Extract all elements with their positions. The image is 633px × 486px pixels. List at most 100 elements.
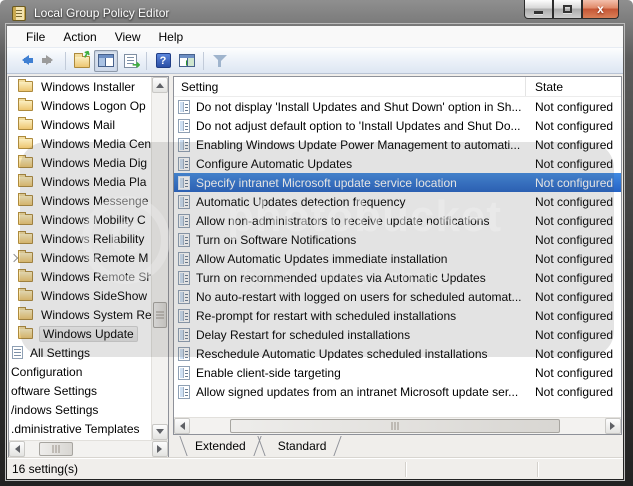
close-button[interactable]: x	[582, 0, 619, 19]
menu-item-file[interactable]: File	[17, 28, 54, 46]
close-icon: x	[597, 2, 604, 16]
tree-item-windows-system-re[interactable]: Windows System Re	[9, 305, 151, 324]
policy-document-icon	[178, 195, 190, 209]
setting-name: Automatic Updates detection frequency	[196, 195, 405, 209]
action-pane-icon	[179, 54, 195, 67]
folder-icon	[18, 271, 33, 282]
export-list-button[interactable]	[118, 50, 142, 72]
setting-row[interactable]: Configure Automatic UpdatesNot configure…	[174, 154, 621, 173]
console-tree-icon	[98, 54, 114, 67]
title-bar[interactable]: Local Group Policy Editor x	[0, 0, 633, 26]
state-value: Not configured	[526, 233, 621, 247]
maximize-icon	[563, 5, 572, 13]
policy-document-icon	[178, 271, 190, 285]
up-one-level-button[interactable]	[70, 50, 94, 72]
setting-row[interactable]: Reschedule Automatic Updates scheduled i…	[174, 344, 621, 363]
tree-item-configuration[interactable]: Configuration	[9, 362, 151, 381]
setting-cell: Enable client-side targeting	[174, 366, 526, 380]
setting-row[interactable]: Enabling Windows Update Power Management…	[174, 135, 621, 154]
setting-name: Re-prompt for restart with scheduled ins…	[196, 309, 456, 323]
column-header-state[interactable]: State	[526, 77, 621, 96]
menu-item-view[interactable]: View	[106, 28, 150, 46]
tab-extended[interactable]: Extended	[179, 435, 262, 458]
tree-item-windows-update[interactable]: Windows Update	[9, 324, 151, 343]
list-horizontal-scrollbar[interactable]	[174, 417, 621, 434]
show-console-tree-button[interactable]	[94, 50, 118, 72]
state-value: Not configured	[526, 328, 621, 342]
setting-row[interactable]: No auto-restart with logged on users for…	[174, 287, 621, 306]
setting-name: Enabling Windows Update Power Management…	[196, 138, 520, 152]
policy-document-icon	[178, 328, 190, 342]
setting-cell: Allow Automatic Updates immediate instal…	[174, 252, 526, 266]
show-action-pane-button[interactable]	[175, 50, 199, 72]
tree-item-windows-media-pla[interactable]: Windows Media Pla	[9, 172, 151, 191]
setting-name: Allow signed updates from an intranet Mi…	[196, 385, 518, 399]
result-pane-column: Setting State Do not display 'Install Up…	[173, 76, 622, 458]
list-hscroll-thumb[interactable]	[230, 419, 560, 433]
scroll-up-button[interactable]	[152, 77, 168, 93]
state-value: Not configured	[526, 290, 621, 304]
setting-row[interactable]: Allow signed updates from an intranet Mi…	[174, 382, 621, 401]
tree-item-label: Windows Remote Sh	[39, 270, 151, 284]
tree-scroll-thumb[interactable]	[153, 302, 167, 328]
setting-row[interactable]: Allow Automatic Updates immediate instal…	[174, 249, 621, 268]
setting-name: Allow Automatic Updates immediate instal…	[196, 252, 447, 266]
tree-item-all-settings[interactable]: All Settings	[9, 343, 151, 362]
state-value: Not configured	[526, 385, 621, 399]
setting-row[interactable]: Delay Restart for scheduled installation…	[174, 325, 621, 344]
setting-row[interactable]: Specify intranet Microsoft update servic…	[174, 173, 621, 192]
column-header-setting[interactable]: Setting	[174, 77, 526, 96]
scroll-left-button[interactable]	[174, 418, 190, 434]
back-button[interactable]	[13, 50, 37, 72]
setting-cell: Allow non-administrators to receive upda…	[174, 214, 526, 228]
tree-hscroll-thumb[interactable]	[39, 442, 73, 456]
setting-cell: Turn on recommended updates via Automati…	[174, 271, 526, 285]
tree-item-windows-remote-sh[interactable]: Windows Remote Sh	[9, 267, 151, 286]
tree-item-windows-reliability[interactable]: Windows Reliability	[9, 229, 151, 248]
tree-horizontal-scrollbar[interactable]	[9, 440, 168, 457]
expand-chevron-icon[interactable]	[10, 254, 18, 262]
triangle-left-icon	[11, 445, 20, 453]
tree-item-windows-installer[interactable]: Windows Installer	[9, 77, 151, 96]
tree-item-windows-mobility-c[interactable]: Windows Mobility C	[9, 210, 151, 229]
menu-item-help[interactable]: Help	[150, 28, 193, 46]
setting-name: Specify intranet Microsoft update servic…	[196, 176, 457, 190]
menu-item-action[interactable]: Action	[54, 28, 105, 46]
minimize-button[interactable]	[524, 0, 553, 19]
tree-item-dministrative-templates[interactable]: .dministrative Templates	[9, 419, 151, 438]
setting-row[interactable]: Do not display 'Install Updates and Shut…	[174, 97, 621, 116]
tree-item-windows-media-dig[interactable]: Windows Media Dig	[9, 153, 151, 172]
tree-item-label: Windows Mobility C	[39, 213, 148, 227]
setting-row[interactable]: Turn on Software NotificationsNot config…	[174, 230, 621, 249]
forward-button[interactable]	[37, 50, 61, 72]
tree-item-windows-messenge[interactable]: Windows Messenge	[9, 191, 151, 210]
setting-row[interactable]: Turn on recommended updates via Automati…	[174, 268, 621, 287]
tab-standard[interactable]: Standard	[262, 435, 343, 458]
setting-row[interactable]: Do not adjust default option to 'Install…	[174, 116, 621, 135]
scroll-down-button[interactable]	[152, 424, 168, 440]
tree-item-windows-remote-m[interactable]: Windows Remote M	[9, 248, 151, 267]
setting-name: Configure Automatic Updates	[196, 157, 352, 171]
help-button[interactable]: ?	[151, 50, 175, 72]
tree-item-windows-media-cen[interactable]: Windows Media Cen	[9, 134, 151, 153]
tree-item-windows-logon-op[interactable]: Windows Logon Op	[9, 96, 151, 115]
tree-item-windows-mail[interactable]: Windows Mail	[9, 115, 151, 134]
scroll-right-button[interactable]	[152, 441, 168, 457]
tree-item-oftware-settings[interactable]: oftware Settings	[9, 381, 151, 400]
state-value: Not configured	[526, 100, 621, 114]
setting-row[interactable]: Enable client-side targetingNot configur…	[174, 363, 621, 382]
setting-row[interactable]: Re-prompt for restart with scheduled ins…	[174, 306, 621, 325]
policy-document-icon	[178, 138, 190, 152]
triangle-right-icon	[157, 445, 166, 453]
filter-button[interactable]	[208, 50, 232, 72]
tree-vertical-scrollbar[interactable]	[151, 77, 168, 440]
setting-row[interactable]: Allow non-administrators to receive upda…	[174, 211, 621, 230]
tree-item-windows-sideshow[interactable]: Windows SideShow	[9, 286, 151, 305]
setting-row[interactable]: Automatic Updates detection frequencyNot…	[174, 192, 621, 211]
filter-funnel-icon	[213, 55, 228, 69]
scroll-left-button[interactable]	[9, 441, 25, 457]
setting-cell: Configure Automatic Updates	[174, 157, 526, 171]
maximize-button[interactable]	[553, 0, 582, 19]
scroll-right-button[interactable]	[605, 418, 621, 434]
tree-item-indows-settings[interactable]: /indows Settings	[9, 400, 151, 419]
